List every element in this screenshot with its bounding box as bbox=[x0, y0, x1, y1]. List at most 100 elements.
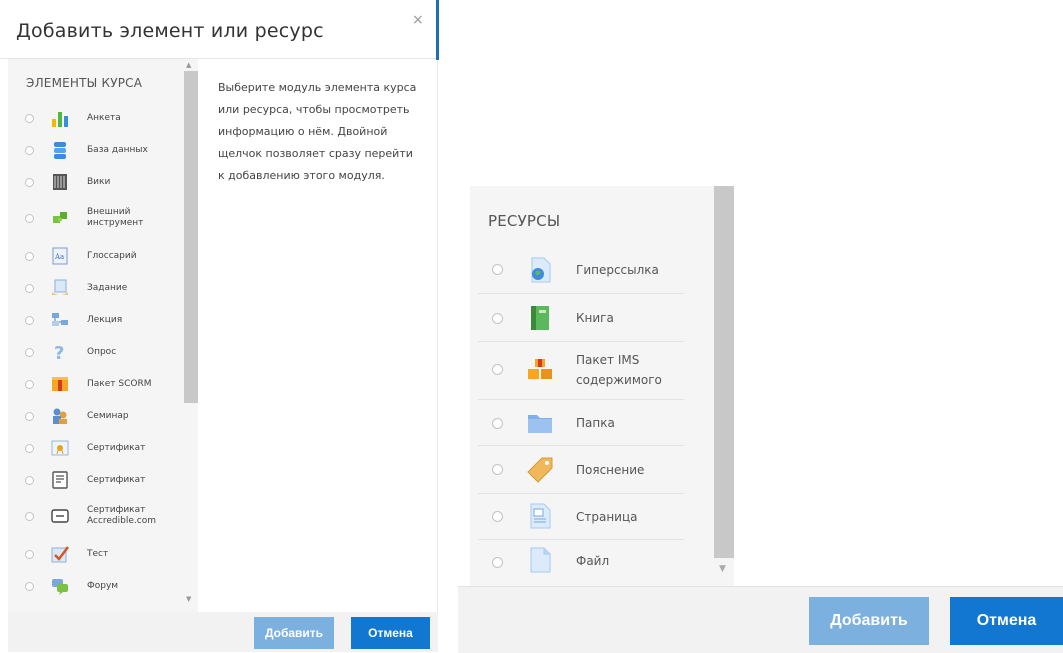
activity-label: Анкета bbox=[87, 112, 121, 123]
activity-radio[interactable] bbox=[25, 177, 34, 187]
activity-item-accredible[interactable]: Сертификат Accredible.com bbox=[8, 496, 183, 536]
activity-label: Тест bbox=[87, 548, 109, 559]
add-button-large[interactable]: Добавить bbox=[809, 597, 929, 645]
activity-label: Пакет SCORM bbox=[87, 378, 152, 389]
close-icon[interactable]: × bbox=[412, 12, 424, 28]
resource-label: Книга bbox=[576, 311, 614, 325]
activity-radio[interactable] bbox=[25, 443, 34, 453]
scroll-down-icon[interactable]: ▼ bbox=[719, 564, 726, 574]
activity-radio[interactable] bbox=[25, 347, 34, 357]
activity-label: Сертификат bbox=[87, 474, 146, 485]
activity-item-certificate-2[interactable]: Сертификат bbox=[8, 464, 183, 496]
resource-item-label[interactable]: Пояснение bbox=[470, 446, 684, 494]
activities-scrollbar-thumb[interactable] bbox=[184, 71, 198, 403]
question-icon: ? bbox=[50, 342, 70, 362]
ims-package-icon bbox=[526, 356, 554, 384]
cancel-button-large[interactable]: Отмена bbox=[950, 597, 1063, 645]
modal-title: Добавить элемент или ресурс bbox=[16, 20, 324, 42]
resource-label: Папка bbox=[576, 416, 615, 430]
accredible-icon bbox=[50, 506, 70, 526]
activity-item-wiki[interactable]: Вики bbox=[8, 166, 183, 198]
resource-radio[interactable] bbox=[492, 313, 503, 324]
activity-radio[interactable] bbox=[25, 213, 34, 223]
activity-item-assign[interactable]: Задание bbox=[8, 272, 183, 304]
resource-item-page[interactable]: Страница bbox=[470, 494, 684, 540]
folder-icon bbox=[526, 409, 554, 437]
activity-item-database[interactable]: База данных bbox=[8, 134, 183, 166]
resource-radio[interactable] bbox=[492, 464, 503, 475]
activity-radio[interactable] bbox=[25, 113, 34, 123]
activity-radio[interactable] bbox=[25, 283, 34, 293]
quiz-check-icon bbox=[50, 544, 70, 564]
scroll-down-icon[interactable]: ▼ bbox=[186, 595, 191, 603]
activity-radio[interactable] bbox=[25, 475, 34, 485]
activity-item-forum[interactable]: Форум bbox=[8, 570, 183, 602]
module-description: Выберите модуль элемента курса или ресур… bbox=[218, 81, 417, 182]
glossary-icon: Aa bbox=[50, 246, 70, 266]
activity-item-choice[interactable]: ? Опрос bbox=[8, 336, 183, 368]
package-icon bbox=[50, 374, 70, 394]
forum-icon bbox=[50, 576, 70, 596]
resources-list: РЕСУРСЫ Гиперссылка Книга Пакет IMS соде… bbox=[470, 186, 714, 586]
database-icon bbox=[50, 140, 70, 160]
activity-radio[interactable] bbox=[25, 315, 34, 325]
activity-radio[interactable] bbox=[25, 379, 34, 389]
svg-text:?: ? bbox=[54, 343, 64, 362]
wiki-icon bbox=[50, 172, 70, 192]
lesson-icon bbox=[50, 310, 70, 330]
activity-label: Сертификат Accredible.com bbox=[87, 505, 156, 526]
activity-item-scorm[interactable]: Пакет SCORM bbox=[8, 368, 183, 400]
activity-label: База данных bbox=[87, 144, 148, 155]
certificate-icon bbox=[50, 438, 70, 458]
resource-radio[interactable] bbox=[492, 511, 503, 522]
svg-text:Aa: Aa bbox=[54, 253, 64, 261]
resource-radio[interactable] bbox=[492, 364, 503, 375]
resource-label: Файл bbox=[576, 554, 610, 568]
scroll-up-icon[interactable]: ▲ bbox=[186, 61, 191, 69]
activity-label: Вики bbox=[87, 176, 111, 187]
resource-item-book[interactable]: Книга bbox=[470, 294, 684, 342]
activity-item-certificate[interactable]: Сертификат bbox=[8, 432, 183, 464]
add-button[interactable]: Добавить bbox=[254, 617, 334, 649]
resources-heading: РЕСУРСЫ bbox=[488, 212, 561, 230]
activity-radio[interactable] bbox=[25, 581, 34, 591]
activity-label: Задание bbox=[87, 282, 128, 293]
activity-item-workshop[interactable]: Семинар bbox=[8, 400, 183, 432]
activity-item-quiz[interactable]: Тест bbox=[8, 538, 183, 570]
resource-item-folder[interactable]: Папка bbox=[470, 400, 684, 446]
resource-item-url[interactable]: Гиперссылка bbox=[470, 246, 684, 294]
resource-label: Пояснение bbox=[576, 463, 645, 477]
activity-radio[interactable] bbox=[25, 549, 34, 559]
activity-item-glossary[interactable]: Aa Глоссарий bbox=[8, 240, 183, 272]
activity-label: Семинар bbox=[87, 410, 129, 421]
assignment-icon bbox=[50, 278, 70, 298]
resource-radio[interactable] bbox=[492, 264, 503, 275]
puzzle-icon bbox=[50, 208, 70, 228]
url-globe-icon bbox=[526, 256, 554, 284]
activity-radio[interactable] bbox=[25, 411, 34, 421]
modal-edge-accent bbox=[436, 0, 439, 60]
activity-label: Форум bbox=[87, 580, 119, 591]
resource-radio[interactable] bbox=[492, 557, 503, 568]
activity-label: Опрос bbox=[87, 346, 117, 357]
cancel-button[interactable]: Отмена bbox=[351, 617, 430, 649]
activities-list: ЭЛЕМЕНТЫ КУРСА Анкета База данных Вики В… bbox=[8, 59, 198, 612]
activity-item-feedback[interactable]: Анкета bbox=[8, 102, 183, 134]
resource-item-file[interactable]: Файл bbox=[470, 540, 684, 586]
file-icon bbox=[526, 546, 554, 574]
activities-heading: ЭЛЕМЕНТЫ КУРСА bbox=[26, 76, 143, 90]
label-tag-icon bbox=[526, 456, 554, 484]
activity-radio[interactable] bbox=[25, 145, 34, 155]
resource-label: Страница bbox=[576, 510, 638, 524]
activity-item-lti[interactable]: Внешний инструмент bbox=[8, 198, 183, 238]
activity-radio[interactable] bbox=[25, 511, 34, 521]
resource-label: Гиперссылка bbox=[576, 263, 659, 277]
resources-scrollbar-thumb[interactable] bbox=[714, 186, 734, 558]
page-icon bbox=[526, 502, 554, 530]
resource-label: Пакет IMS содержимого bbox=[576, 353, 662, 387]
activity-item-lesson[interactable]: Лекция bbox=[8, 304, 183, 336]
resource-item-imscp[interactable]: Пакет IMS содержимого bbox=[470, 342, 684, 400]
resource-radio[interactable] bbox=[492, 418, 503, 429]
activity-label: Сертификат bbox=[87, 442, 146, 453]
activity-radio[interactable] bbox=[25, 251, 34, 261]
